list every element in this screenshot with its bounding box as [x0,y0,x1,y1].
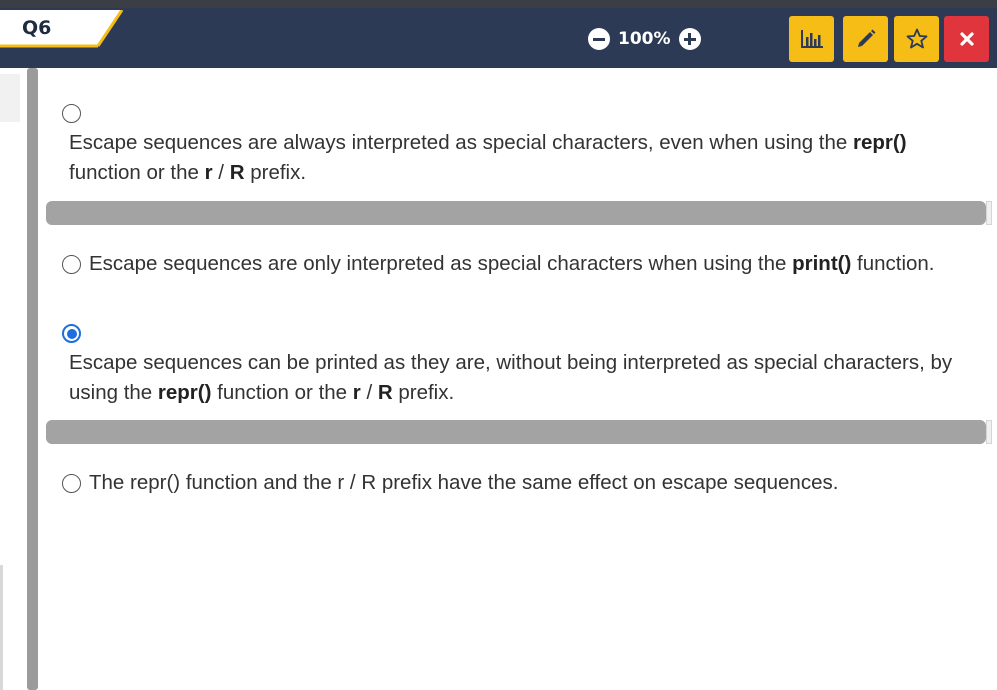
side-panel-edge [0,565,3,690]
question-number: Q6 [22,17,52,39]
stats-button[interactable] [789,16,834,62]
radio-option-4[interactable] [62,473,81,493]
side-panel-tab[interactable] [0,74,20,122]
radio-option-1[interactable] [62,104,81,123]
edit-button[interactable] [843,16,888,62]
answer-option-4[interactable]: The repr() function and the r / R prefix… [62,468,977,498]
answer-option-1[interactable]: Escape sequences are always interpreted … [62,102,977,188]
bookmark-button[interactable] [894,16,939,62]
close-button[interactable] [944,16,989,62]
bar-chart-icon [800,30,823,48]
question-tab: Q6 [0,10,124,48]
zoom-control: 100% [588,27,701,51]
zoom-level: 100% [618,29,671,49]
option-text-3: Escape sequences can be printed as they … [69,351,953,404]
radio-option-2[interactable] [62,254,81,274]
divider-end [986,420,992,444]
pencil-icon [857,29,875,47]
option-text-1: Escape sequences are always interpreted … [69,131,907,184]
divider-bar [46,201,986,225]
minus-circle-icon[interactable] [588,28,610,50]
divider-end [986,201,992,225]
divider-bar [46,420,986,444]
answer-option-3[interactable]: Escape sequences can be printed as they … [62,322,977,408]
option-text-4: The repr() function and the r / R prefix… [89,471,839,494]
radio-option-3[interactable] [62,324,81,343]
answer-option-2[interactable]: Escape sequences are only interpreted as… [62,249,977,279]
scrollbar[interactable] [27,68,38,690]
close-icon [959,32,974,46]
star-icon [906,28,927,49]
option-text-2: Escape sequences are only interpreted as… [89,252,935,275]
top-strip [0,0,997,8]
plus-circle-icon[interactable] [678,28,701,50]
